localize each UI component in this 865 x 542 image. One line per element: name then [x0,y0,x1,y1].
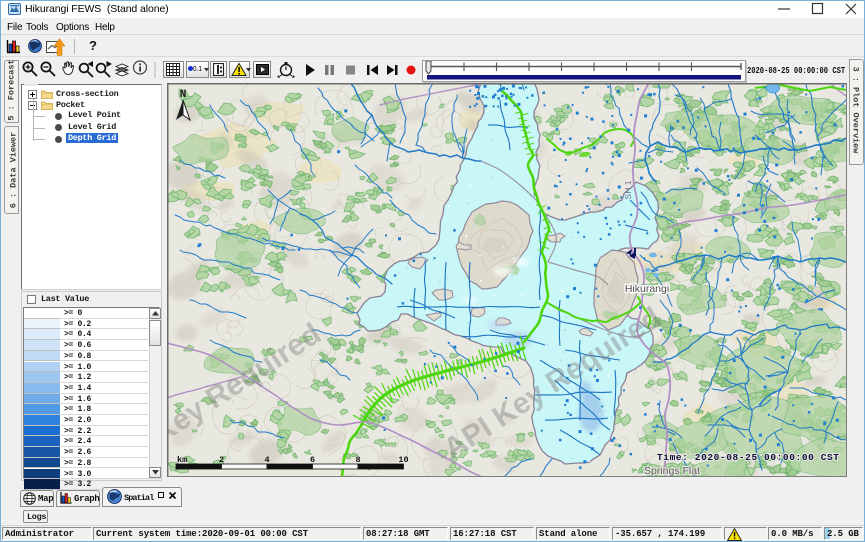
svg-text:Time: 2020-08-25 00:00:00 CST: Time: 2020-08-25 00:00:00 CST [657,452,839,463]
svg-text:Hikurangi: Hikurangi [625,283,669,295]
svg-text:2: 2 [219,455,224,465]
svg-text:N: N [180,89,187,101]
svg-text:Springs Flat: Springs Flat [644,465,700,477]
svg-text:10: 10 [398,455,408,465]
svg-text:6: 6 [310,455,315,465]
svg-text:km: km [177,455,187,465]
svg-text:8: 8 [355,455,360,465]
svg-text:4: 4 [264,455,269,465]
svg-text:SH 1: SH 1 [623,180,633,199]
